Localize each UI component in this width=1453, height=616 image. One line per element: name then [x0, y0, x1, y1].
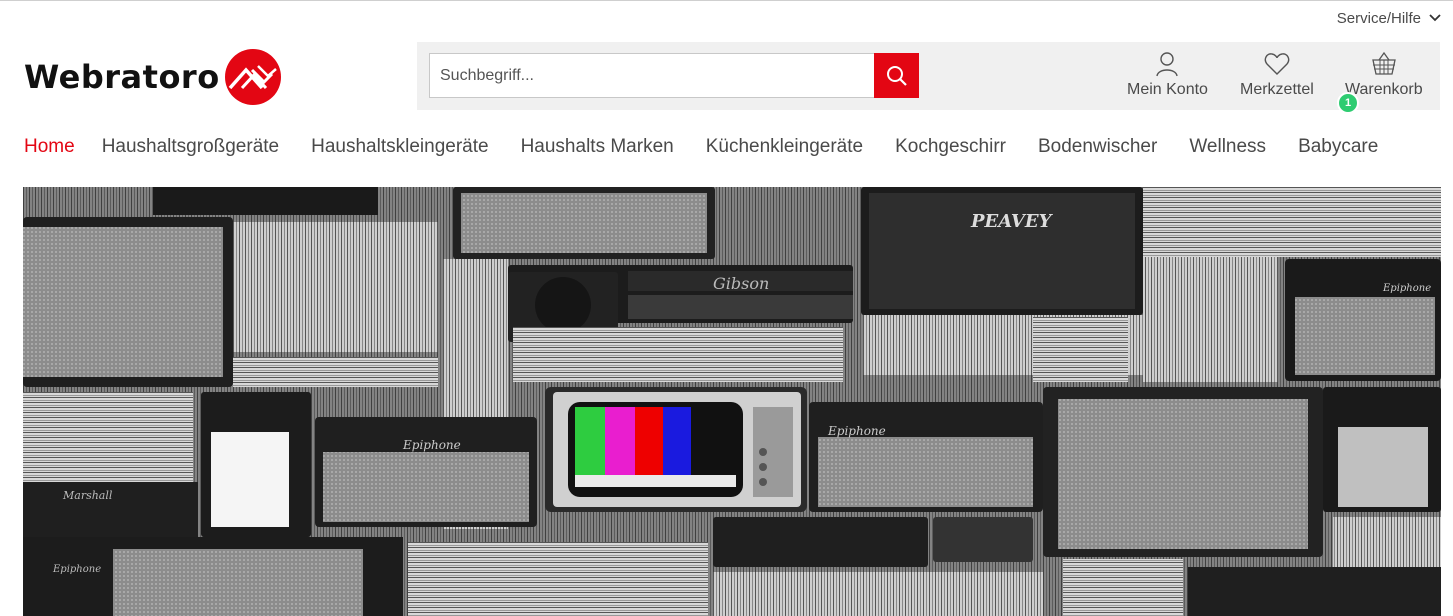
- svg-text:Epiphone: Epiphone: [827, 424, 886, 438]
- svg-text:Marshall: Marshall: [62, 489, 113, 502]
- brand-logo[interactable]: Webratoro: [24, 48, 282, 106]
- cart-count-badge: 1: [1337, 92, 1359, 114]
- nav-item-wellness[interactable]: Wellness: [1189, 136, 1266, 158]
- service-menu[interactable]: Service/Hilfe: [1337, 8, 1441, 28]
- nav-item-bodenwischer[interactable]: Bodenwischer: [1038, 136, 1157, 158]
- svg-text:Epiphone: Epiphone: [1382, 283, 1431, 294]
- nav-item-haushaltsgrossgeraete[interactable]: Haushaltsgroßgeräte: [102, 136, 279, 158]
- wishlist-label: Merkzettel: [1240, 81, 1314, 98]
- wishlist-link[interactable]: Merkzettel: [1240, 50, 1314, 99]
- nav-item-kochgeschirr[interactable]: Kochgeschirr: [895, 136, 1006, 158]
- basket-icon: [1372, 51, 1396, 75]
- heart-icon: [1264, 53, 1290, 75]
- account-link[interactable]: Mein Konto: [1127, 50, 1208, 99]
- amps-and-tv-photo: PEAVEY Gibson Epiphone Epiphone Epiphone…: [23, 187, 1441, 616]
- svg-text:Epiphone: Epiphone: [52, 564, 101, 575]
- nav-item-haushalts-marken[interactable]: Haushalts Marken: [521, 136, 674, 158]
- search-icon: [886, 65, 907, 86]
- cart-link[interactable]: Warenkorb: [1345, 50, 1423, 99]
- main-navigation: Home Haushaltsgroßgeräte Haushaltskleing…: [24, 136, 1378, 158]
- search-input[interactable]: [429, 53, 874, 98]
- svg-text:PEAVEY: PEAVEY: [970, 211, 1054, 232]
- user-icon: [1156, 52, 1179, 77]
- hero-banner[interactable]: PEAVEY Gibson Epiphone Epiphone Epiphone…: [23, 187, 1441, 616]
- nav-item-haushaltskleingeraete[interactable]: Haushaltskleingeräte: [311, 136, 488, 158]
- svg-text:Epiphone: Epiphone: [402, 438, 461, 452]
- nav-item-babycare[interactable]: Babycare: [1298, 136, 1378, 158]
- account-label: Mein Konto: [1127, 81, 1208, 98]
- top-border: [0, 0, 1453, 1]
- nav-item-kuechenkleingeraete[interactable]: Küchenkleingeräte: [706, 136, 863, 158]
- svg-text:Gibson: Gibson: [713, 274, 769, 293]
- search-button[interactable]: [874, 53, 919, 98]
- webratoro-logo-icon: [224, 49, 281, 105]
- chevron-down-icon: [1429, 14, 1441, 22]
- search-form: [429, 53, 919, 98]
- brand-name: Webratoro: [24, 58, 220, 96]
- nav-item-home[interactable]: Home: [24, 136, 75, 158]
- service-label: Service/Hilfe: [1336, 9, 1421, 27]
